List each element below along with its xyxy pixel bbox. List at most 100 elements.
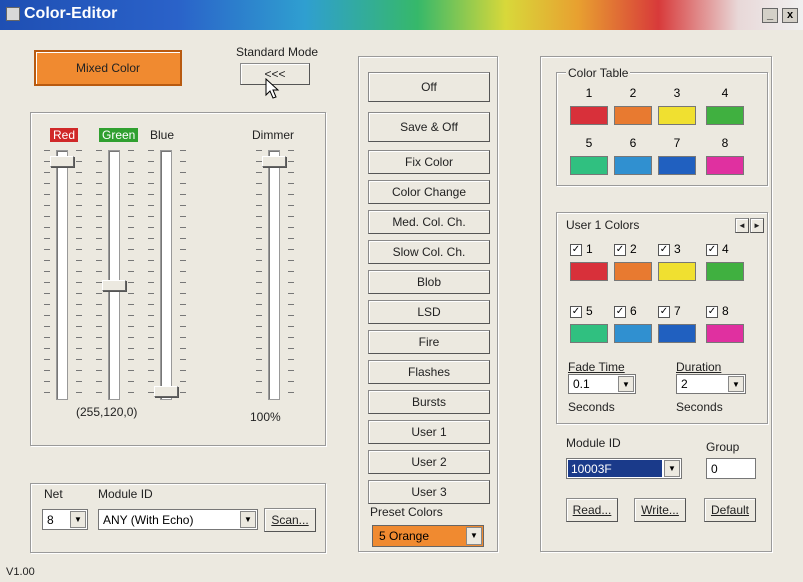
default-button[interactable]: Default	[704, 498, 756, 522]
user-color-checkbox[interactable]: ✓ 1	[570, 242, 593, 256]
program-button[interactable]: Blob	[368, 270, 490, 294]
user-color-swatch[interactable]	[570, 262, 608, 281]
prev-user-button[interactable]: ◄	[735, 218, 749, 233]
user-color-swatch[interactable]	[614, 262, 652, 281]
color-table-number: 3	[673, 86, 681, 100]
group-input[interactable]: 0	[706, 458, 756, 479]
color-table-swatch[interactable]	[658, 156, 696, 175]
program-button[interactable]: User 2	[368, 450, 490, 474]
program-button[interactable]: LSD	[368, 300, 490, 324]
program-button[interactable]: Flashes	[368, 360, 490, 384]
chevron-down-icon[interactable]: ▼	[728, 376, 744, 392]
checkbox-icon[interactable]: ✓	[614, 243, 626, 256]
program-button[interactable]: Save & Off	[368, 112, 490, 142]
chevron-down-icon[interactable]: ▼	[466, 527, 482, 545]
user-color-swatch[interactable]	[570, 324, 608, 343]
write-button[interactable]: Write...	[634, 498, 686, 522]
title-bar[interactable]: Color-Editor _ x	[0, 0, 803, 30]
fade-time-value: 0.1	[573, 377, 590, 391]
duration-select[interactable]: 2 ▼	[676, 374, 746, 394]
program-button[interactable]: Slow Col. Ch.	[368, 240, 490, 264]
program-button[interactable]: Bursts	[368, 390, 490, 414]
user-color-checkbox[interactable]: ✓ 6	[614, 304, 637, 318]
color-table-title: Color Table	[566, 66, 631, 80]
color-table-swatch[interactable]	[658, 106, 696, 125]
preset-colors-label: Preset Colors	[370, 505, 443, 519]
minimize-button[interactable]: _	[762, 8, 778, 23]
user-colors-title: User 1 Colors	[566, 218, 640, 232]
next-user-button[interactable]: ►	[750, 218, 764, 233]
slider-thumb[interactable]	[50, 156, 74, 167]
program-button[interactable]: Med. Col. Ch.	[368, 210, 490, 234]
slider-thumb[interactable]	[102, 280, 126, 291]
preset-colors-select[interactable]: 5 Orange ▼	[372, 525, 484, 547]
net-select[interactable]: 8 ▼	[42, 509, 88, 530]
program-button[interactable]: Fire	[368, 330, 490, 354]
checkbox-icon[interactable]: ✓	[706, 305, 718, 318]
user-color-checkbox[interactable]: ✓ 3	[658, 242, 681, 256]
program-button[interactable]: Fix Color	[368, 150, 490, 174]
user-color-checkbox[interactable]: ✓ 5	[570, 304, 593, 318]
color-table-number: 5	[585, 136, 593, 150]
color-table-swatch[interactable]	[614, 156, 652, 175]
duration-label: Duration	[676, 360, 722, 374]
chevron-down-icon[interactable]: ▼	[70, 511, 86, 528]
user-color-swatch[interactable]	[706, 324, 744, 343]
color-table-swatch[interactable]	[706, 106, 744, 125]
duration-unit: Seconds	[676, 400, 723, 414]
color-table-swatch[interactable]	[570, 106, 608, 125]
color-table-number: 2	[629, 86, 637, 100]
color-table-swatch[interactable]	[706, 156, 744, 175]
module-id-label: Module ID	[566, 436, 621, 450]
scan-button[interactable]: Scan...	[264, 508, 316, 532]
rgb-readout: (255,120,0)	[76, 405, 138, 419]
slider-thumb[interactable]	[154, 386, 178, 397]
close-button[interactable]: x	[782, 8, 798, 23]
mouse-cursor-icon	[265, 78, 280, 99]
user-color-number: 1	[586, 242, 593, 256]
red-slider[interactable]	[44, 150, 84, 400]
blue-slider[interactable]	[148, 150, 188, 400]
user-color-swatch[interactable]	[706, 262, 744, 281]
user-color-swatch[interactable]	[614, 324, 652, 343]
preset-colors-value: 5 Orange	[379, 529, 430, 543]
version-label: V1.00	[6, 566, 35, 578]
green-slider[interactable]	[96, 150, 136, 400]
chevron-down-icon[interactable]: ▼	[618, 376, 634, 392]
user-color-checkbox[interactable]: ✓ 7	[658, 304, 681, 318]
dimmer-readout: 100%	[250, 410, 281, 424]
mixed-color-button[interactable]: Mixed Color	[34, 50, 182, 86]
color-table-number: 6	[629, 136, 637, 150]
net-module-select[interactable]: ANY (With Echo) ▼	[98, 509, 258, 530]
checkbox-icon[interactable]: ✓	[658, 243, 670, 256]
checkbox-icon[interactable]: ✓	[570, 305, 582, 318]
checkbox-icon[interactable]: ✓	[706, 243, 718, 256]
program-button[interactable]: User 1	[368, 420, 490, 444]
checkbox-icon[interactable]: ✓	[658, 305, 670, 318]
fade-time-select[interactable]: 0.1 ▼	[568, 374, 636, 394]
color-table-swatch[interactable]	[614, 106, 652, 125]
program-button[interactable]: Color Change	[368, 180, 490, 204]
user-color-swatch[interactable]	[658, 324, 696, 343]
user-color-checkbox[interactable]: ✓ 2	[614, 242, 637, 256]
slider-thumb[interactable]	[262, 156, 286, 167]
checkbox-icon[interactable]: ✓	[614, 305, 626, 318]
duration-value: 2	[681, 377, 688, 391]
net-module-id-label: Module ID	[98, 487, 153, 501]
dimmer-slider[interactable]	[256, 150, 296, 400]
read-button[interactable]: Read...	[566, 498, 618, 522]
chevron-down-icon[interactable]: ▼	[664, 460, 680, 477]
module-id-value: 10003F	[568, 460, 662, 477]
program-button[interactable]: User 3	[368, 480, 490, 504]
chevron-down-icon[interactable]: ▼	[240, 511, 256, 528]
program-button[interactable]: Off	[368, 72, 490, 102]
color-table-swatch[interactable]	[570, 156, 608, 175]
color-table-number: 1	[585, 86, 593, 100]
net-label: Net	[44, 487, 63, 501]
user-color-checkbox[interactable]: ✓ 8	[706, 304, 729, 318]
color-table-number: 7	[673, 136, 681, 150]
user-color-swatch[interactable]	[658, 262, 696, 281]
module-id-select[interactable]: 10003F ▼	[566, 458, 682, 479]
user-color-checkbox[interactable]: ✓ 4	[706, 242, 729, 256]
checkbox-icon[interactable]: ✓	[570, 243, 582, 256]
